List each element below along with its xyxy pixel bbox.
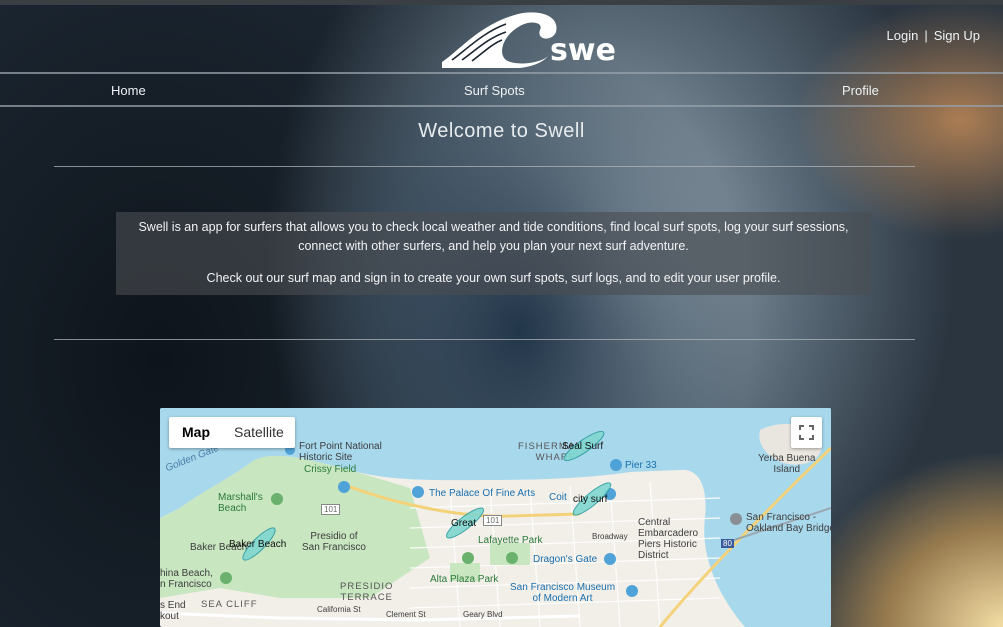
fullscreen-button[interactable]	[791, 417, 822, 448]
map-type-satellite-button[interactable]: Satellite	[221, 417, 295, 448]
login-link[interactable]: Login	[887, 28, 919, 43]
wave-logo-icon: swell	[442, 12, 636, 69]
auth-links: Login | Sign Up	[887, 28, 980, 43]
nav-profile[interactable]: Profile	[842, 83, 879, 98]
browser-top-strip	[0, 0, 1003, 5]
page-title: Welcome to Swell	[418, 120, 585, 142]
divider-top	[54, 166, 915, 167]
auth-separator: |	[924, 28, 928, 43]
swell-logo[interactable]: swell	[440, 10, 636, 69]
intro-paragraph-2: Check out our surf map and sign in to cr…	[206, 271, 781, 285]
map-type-map-button[interactable]: Map	[169, 417, 221, 448]
intro-box: Swell is an app for surfers that allows …	[116, 212, 871, 295]
surf-map[interactable]: Fort Point National Historic Site Crissy …	[160, 408, 831, 627]
surf-spot-label-seal-surf: Seal Surf	[562, 441, 604, 452]
surf-spot-label-great: Great	[451, 518, 477, 529]
divider-bottom	[54, 339, 915, 340]
main-nav: Home Surf Spots Profile	[0, 72, 1003, 107]
map-type-control: Map Satellite	[169, 417, 295, 448]
nav-home[interactable]: Home	[111, 83, 146, 98]
surf-spot-label-city-surf: city surf	[573, 494, 608, 505]
fullscreen-icon	[799, 425, 814, 440]
nav-surf-spots[interactable]: Surf Spots	[464, 83, 525, 98]
signup-link[interactable]: Sign Up	[934, 28, 980, 43]
surf-spot-label-baker-beach: Baker Beach	[229, 539, 287, 550]
svg-text:swell: swell	[550, 33, 615, 68]
intro-paragraph-1: Swell is an app for surfers that allows …	[138, 220, 849, 253]
